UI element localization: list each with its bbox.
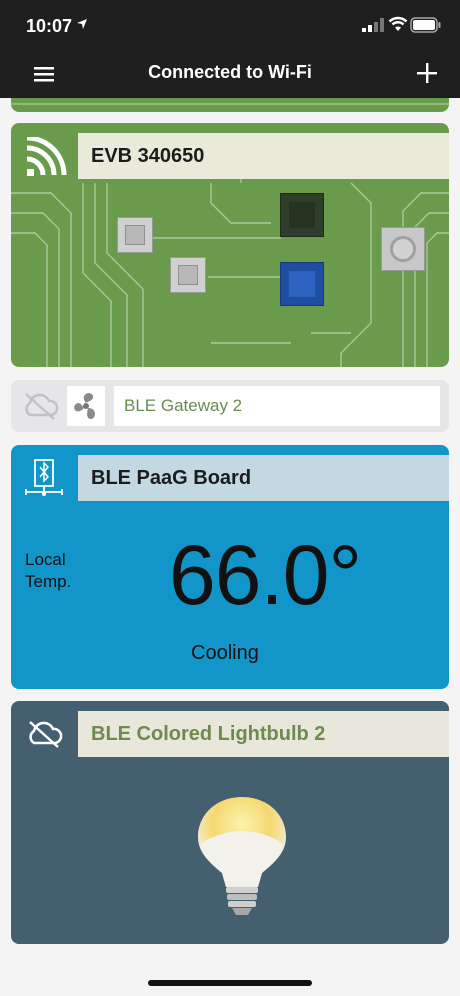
- mode-label: Cooling: [191, 642, 259, 664]
- nav-bar: Connected to Wi-Fi: [0, 48, 460, 98]
- battery-icon: [410, 17, 441, 33]
- home-indicator[interactable]: [148, 980, 312, 986]
- location-arrow-icon: [77, 19, 87, 29]
- fan-icon-box: [67, 386, 105, 426]
- button-1[interactable]: [117, 217, 153, 253]
- gateway-name: BLE Gateway 2: [114, 386, 440, 426]
- lightbulb-icon[interactable]: [192, 791, 292, 921]
- cloud-off-icon: [29, 721, 63, 748]
- fan-icon: [74, 393, 95, 420]
- device-card-gateway[interactable]: BLE Gateway 2: [11, 380, 449, 432]
- wifi-status-icon: [388, 16, 408, 31]
- device-card-paag[interactable]: BLE PaaG Board Local Temp. 66.0° Cooling: [11, 445, 449, 689]
- cellular-signal-icon: [362, 18, 384, 32]
- device-card-bulb[interactable]: BLE Colored Lightbulb 2: [11, 701, 449, 944]
- sensor-label: Local Temp.: [25, 550, 72, 591]
- status-bar: 10:07: [0, 0, 460, 48]
- device-title: BLE Colored Lightbulb 2: [78, 711, 449, 757]
- wifi-signal-icon: [26, 137, 67, 176]
- temperature-value: 66.0°: [169, 528, 362, 622]
- led-blue[interactable]: [280, 262, 324, 306]
- cloud-off-icon: [25, 393, 59, 420]
- device-title: EVB 340650: [78, 133, 449, 179]
- device-card-partial[interactable]: [11, 98, 449, 112]
- circuit-pattern: [11, 103, 449, 105]
- nav-title: Connected to Wi-Fi: [148, 62, 312, 82]
- led-dark[interactable]: [280, 193, 324, 237]
- round-button[interactable]: [381, 227, 425, 271]
- add-device-button[interactable]: [414, 60, 440, 86]
- device-title: BLE PaaG Board: [78, 455, 449, 501]
- bluetooth-network-icon: [25, 459, 63, 496]
- status-time: 10:07: [26, 16, 73, 36]
- plus-icon: [417, 63, 437, 83]
- button-2[interactable]: [170, 257, 206, 293]
- device-card-evb[interactable]: EVB 340650: [11, 123, 449, 367]
